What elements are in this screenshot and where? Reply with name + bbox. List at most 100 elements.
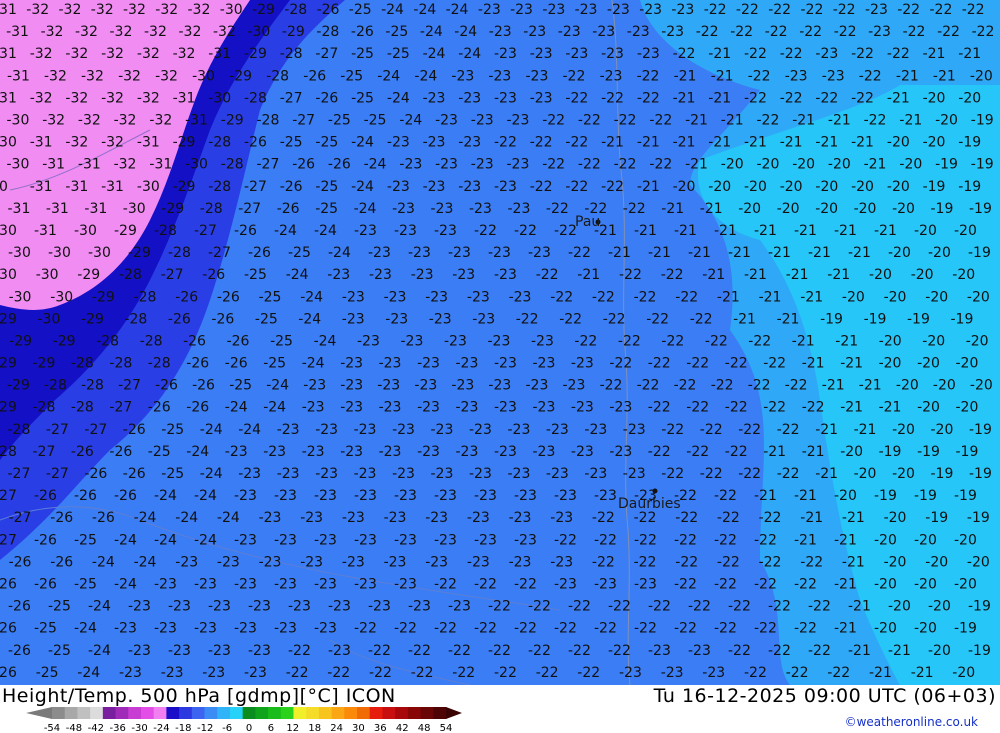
contour-value: -22 bbox=[488, 599, 511, 615]
contour-value: -21 bbox=[708, 46, 731, 62]
contour-value: -21 bbox=[808, 245, 831, 261]
contour-value: -22 bbox=[542, 157, 565, 173]
contour-value: -26 bbox=[244, 135, 267, 151]
contour-value: -32 bbox=[101, 135, 124, 151]
contour-value: -23 bbox=[634, 577, 657, 593]
scale-tick-label: 48 bbox=[418, 723, 431, 733]
contour-value: -23 bbox=[234, 577, 257, 593]
contour-value: -22 bbox=[474, 621, 497, 637]
contour-value: -23 bbox=[451, 378, 474, 394]
contour-value: -21 bbox=[800, 289, 823, 305]
contour-value: -26 bbox=[34, 532, 57, 548]
scale-swatch bbox=[369, 707, 383, 719]
contour-value: -22 bbox=[765, 24, 788, 40]
contour-value: -22 bbox=[675, 510, 698, 526]
contour-value: -20 bbox=[917, 400, 940, 416]
contour-value: -23 bbox=[161, 665, 184, 681]
contour-value: -21 bbox=[802, 356, 825, 372]
scale-swatch bbox=[331, 707, 345, 719]
contour-value: -22 bbox=[554, 621, 577, 637]
contour-value: -23 bbox=[546, 422, 569, 438]
contour-value: -25 bbox=[34, 621, 57, 637]
contour-value: -22 bbox=[717, 554, 740, 570]
contour-value: -27 bbox=[315, 46, 338, 62]
contour-value: -26 bbox=[123, 466, 146, 482]
contour-value: -20 bbox=[928, 643, 951, 659]
contour-value: -19 bbox=[968, 245, 991, 261]
contour-value: -23 bbox=[530, 90, 553, 106]
contour-value: -23 bbox=[342, 510, 365, 526]
contour-value: -24 bbox=[446, 2, 469, 18]
contour-value: -26 bbox=[34, 488, 57, 504]
contour-value: -22 bbox=[757, 113, 780, 129]
contour-value: -23 bbox=[274, 488, 297, 504]
contour-value: -22 bbox=[801, 2, 824, 18]
contour-value: -25 bbox=[36, 665, 59, 681]
contour-value: -27 bbox=[194, 223, 217, 239]
contour-value: -20 bbox=[956, 400, 979, 416]
contour-value: -21 bbox=[911, 665, 934, 681]
contour-value: -23 bbox=[661, 665, 684, 681]
contour-value: -27 bbox=[292, 113, 315, 129]
contour-value: -32 bbox=[179, 24, 202, 40]
contour-value: -23 bbox=[600, 68, 623, 84]
scale-tick-label: -12 bbox=[197, 723, 213, 733]
contour-value: -28 bbox=[208, 135, 231, 151]
contour-value: -21 bbox=[733, 311, 756, 327]
contour-value: -23 bbox=[263, 444, 286, 460]
contour-value: -23 bbox=[639, 2, 662, 18]
credit-link[interactable]: ©weatheronline.co.uk bbox=[845, 715, 978, 729]
contour-value: -23 bbox=[408, 245, 431, 261]
contour-value: -22 bbox=[930, 2, 953, 18]
contour-value: -20 bbox=[954, 223, 977, 239]
contour-value: -26 bbox=[9, 554, 32, 570]
contour-value: -23 bbox=[514, 488, 537, 504]
contour-value: -30 bbox=[220, 2, 243, 18]
contour-value: -21 bbox=[840, 400, 863, 416]
contour-value: -23 bbox=[384, 289, 407, 305]
contour-value: -22 bbox=[649, 113, 672, 129]
contour-value: -22 bbox=[768, 599, 791, 615]
contour-value: -26 bbox=[74, 488, 97, 504]
contour-value: -22 bbox=[704, 2, 727, 18]
contour-value: -20 bbox=[970, 68, 993, 84]
contour-value: -21 bbox=[661, 201, 684, 217]
contour-value: -20 bbox=[914, 621, 937, 637]
scale-swatch bbox=[268, 707, 282, 719]
contour-value: -22 bbox=[851, 46, 874, 62]
contour-value: -22 bbox=[688, 599, 711, 615]
contour-value: -19 bbox=[935, 157, 958, 173]
map-canvas: -31-32-32-32-32-32-32-30-29-28-26-25-24-… bbox=[0, 0, 1000, 685]
scale-swatch bbox=[420, 707, 434, 719]
contour-value: -22 bbox=[574, 334, 597, 350]
contour-value: -29 bbox=[0, 311, 17, 327]
contour-value: -20 bbox=[954, 577, 977, 593]
contour-value: -21 bbox=[848, 643, 871, 659]
contour-value: -22 bbox=[780, 90, 803, 106]
contour-value: -21 bbox=[887, 90, 910, 106]
color-scale-ticks: -54 -48 -42 -36 -30 -24 -18 -12 -6 0 6 12 18 24 30 36 42… bbox=[44, 723, 453, 733]
contour-value: -32 bbox=[144, 24, 167, 40]
scale-swatch bbox=[229, 707, 244, 719]
valid-time: Tu 16-12-2025 09:00 UTC (06+03) bbox=[653, 685, 996, 707]
contour-value: -26 bbox=[351, 24, 374, 40]
map-title: Height/Temp. 500 hPa [gdmp][°C] ICON bbox=[2, 685, 396, 707]
contour-value: -27 bbox=[257, 157, 280, 173]
contour-value: -26 bbox=[123, 422, 146, 438]
contour-value: -22 bbox=[972, 24, 995, 40]
contour-value: -22 bbox=[738, 422, 761, 438]
contour-value: -22 bbox=[859, 68, 882, 84]
scale-swatch bbox=[153, 707, 167, 719]
contour-value: -22 bbox=[808, 643, 831, 659]
contour-value: -26 bbox=[175, 289, 198, 305]
scale-tick-label: 54 bbox=[440, 723, 453, 733]
contour-value: -21 bbox=[634, 223, 657, 239]
contour-value: -23 bbox=[248, 643, 271, 659]
contour-value: -23 bbox=[458, 90, 481, 106]
contour-value: -20 bbox=[923, 90, 946, 106]
contour-value: -22 bbox=[690, 311, 713, 327]
contour-value: -24 bbox=[286, 267, 309, 283]
contour-value: -23 bbox=[509, 289, 532, 305]
contour-value: -30 bbox=[74, 223, 97, 239]
contour-value: -20 bbox=[721, 157, 744, 173]
